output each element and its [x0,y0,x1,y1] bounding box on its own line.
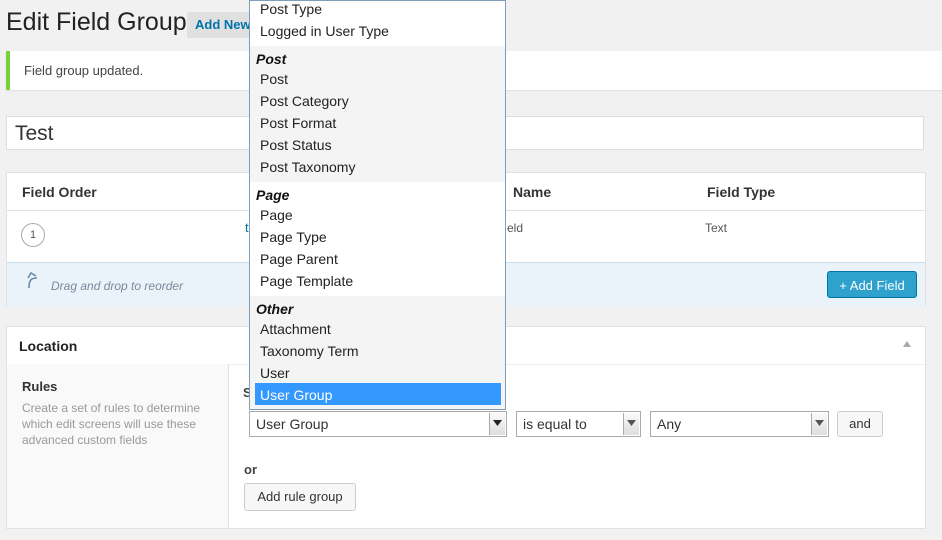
option-page[interactable]: Page [260,207,293,223]
option-page-template[interactable]: Page Template [260,273,353,289]
option-post-status[interactable]: Post Status [260,137,332,153]
column-field-type: Field Type [707,184,776,200]
chevron-down-icon [623,413,639,435]
option-taxonomy-term[interactable]: Taxonomy Term [260,343,359,359]
option-post-category[interactable]: Post Category [260,93,349,109]
rule-param-dropdown-list[interactable]: Post Type Logged in User Type Post Post … [249,0,506,410]
option-user-group[interactable]: User Group [260,387,332,403]
field-order-badge[interactable]: 1 [21,223,45,247]
page-title: Edit Field Group [6,8,187,36]
option-post-type[interactable]: Post Type [260,1,322,17]
option-user[interactable]: User [260,365,290,381]
rules-title: Rules [22,379,58,394]
option-post-taxonomy[interactable]: Post Taxonomy [260,159,355,175]
optgroup-label-post: Post [256,51,287,67]
collapse-toggle-icon[interactable] [903,341,911,347]
option-post-format[interactable]: Post Format [260,115,336,131]
add-field-button[interactable]: + Add Field [827,271,917,298]
rule-param-value: User Group [256,416,329,432]
chevron-down-icon [811,413,827,435]
column-field-order: Field Order [22,184,97,200]
option-logged-in-user-type[interactable]: Logged in User Type [260,23,389,39]
rule-param-select[interactable]: User Group [249,411,507,437]
rule-value-value: Any [657,416,682,432]
drag-hint: Drag and drop to reorder [51,279,184,293]
rule-operator-select[interactable]: is equal to [516,411,641,437]
rule-value-select[interactable]: Any [650,411,829,437]
curved-arrow-up-icon [27,271,38,289]
notice-text: Field group updated. [24,63,144,78]
or-label: or [244,462,257,477]
rule-operator-value: is equal to [523,416,587,432]
option-page-parent[interactable]: Page Parent [260,251,338,267]
field-type-cell: Text [705,221,728,235]
add-rule-group-button[interactable]: Add rule group [244,483,356,511]
chevron-down-icon [489,413,505,435]
option-page-type[interactable]: Page Type [260,229,327,245]
rules-description: Create a set of rules to determine which… [22,401,201,447]
and-button[interactable]: and [837,411,883,437]
rules-sidebar: Rules Create a set of rules to determine… [7,364,229,528]
location-title: Location [19,338,78,354]
optgroup-label-page: Page [256,187,290,203]
option-post[interactable]: Post [260,71,288,87]
optgroup-label-other: Other [256,301,294,317]
option-attachment[interactable]: Attachment [260,321,331,337]
column-field-name: Name [513,184,552,200]
field-name-cell: eld [507,221,524,235]
